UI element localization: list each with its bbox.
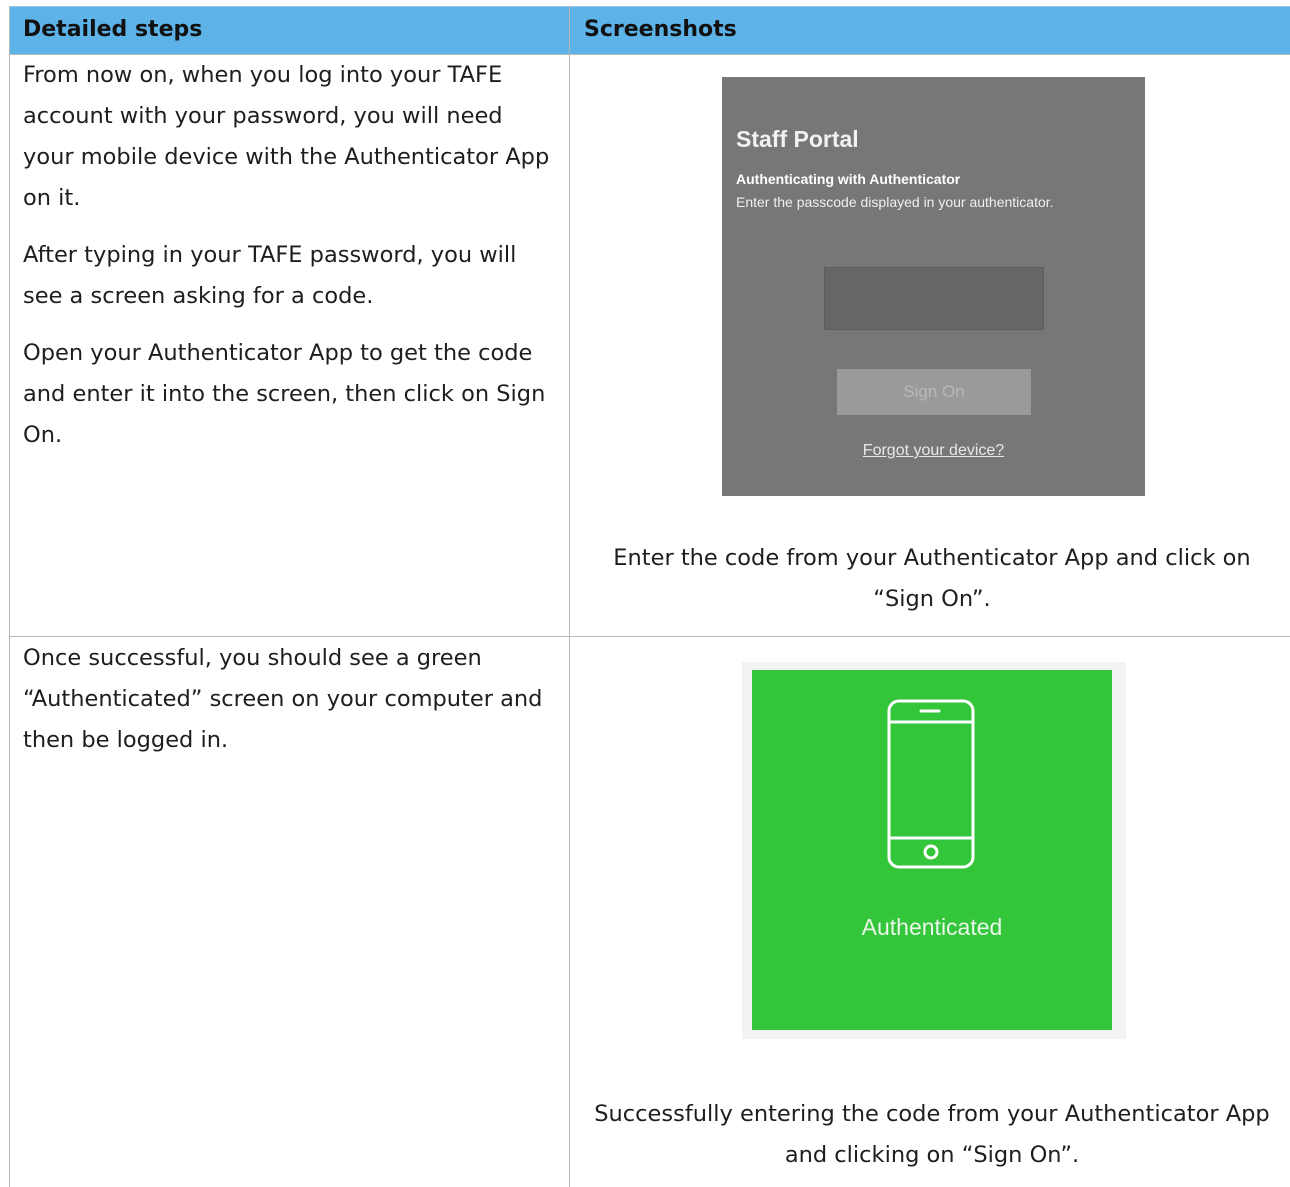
portal-title: Staff Portal	[736, 126, 859, 152]
step-1-paragraph-1: From now on, when you log into your TAFE…	[23, 62, 550, 211]
step-2-text: Once successful, you should see a green …	[23, 638, 557, 777]
table-header-row: Detailed steps Screenshots	[10, 6, 1290, 54]
instructions-table: Detailed steps Screenshots From now on, …	[9, 6, 1290, 1187]
step-1-paragraph-3: Open your Authenticator App to get the c…	[23, 340, 546, 448]
passcode-input[interactable]	[824, 267, 1044, 330]
header-screenshots: Screenshots	[584, 17, 737, 42]
step-1-text: From now on, when you log into your TAFE…	[23, 55, 557, 472]
forgot-device-link[interactable]: Forgot your device?	[722, 442, 1145, 460]
staff-portal-screenshot: Staff Portal Authenticating with Authent…	[722, 77, 1145, 496]
portal-instructions: Enter the passcode displayed in your aut…	[736, 194, 1054, 210]
step-2-caption: Successfully entering the code from your…	[594, 1101, 1270, 1168]
row-divider	[10, 636, 1290, 637]
step-1-caption: Enter the code from your Authenticator A…	[613, 545, 1251, 612]
header-detailed-steps: Detailed steps	[23, 17, 203, 42]
step-1-paragraph-2: After typing in your TAFE password, you …	[23, 242, 517, 309]
column-divider	[569, 6, 570, 1187]
portal-subtitle: Authenticating with Authenticator	[736, 171, 961, 187]
authenticated-panel: Authenticated	[752, 670, 1112, 1030]
authenticated-screenshot: Authenticated	[742, 662, 1126, 1039]
step-2-paragraph-1: Once successful, you should see a green …	[23, 645, 543, 753]
authenticated-label: Authenticated	[861, 914, 1003, 940]
sign-on-button[interactable]: Sign On	[837, 369, 1031, 415]
mobile-phone-icon	[887, 699, 975, 869]
